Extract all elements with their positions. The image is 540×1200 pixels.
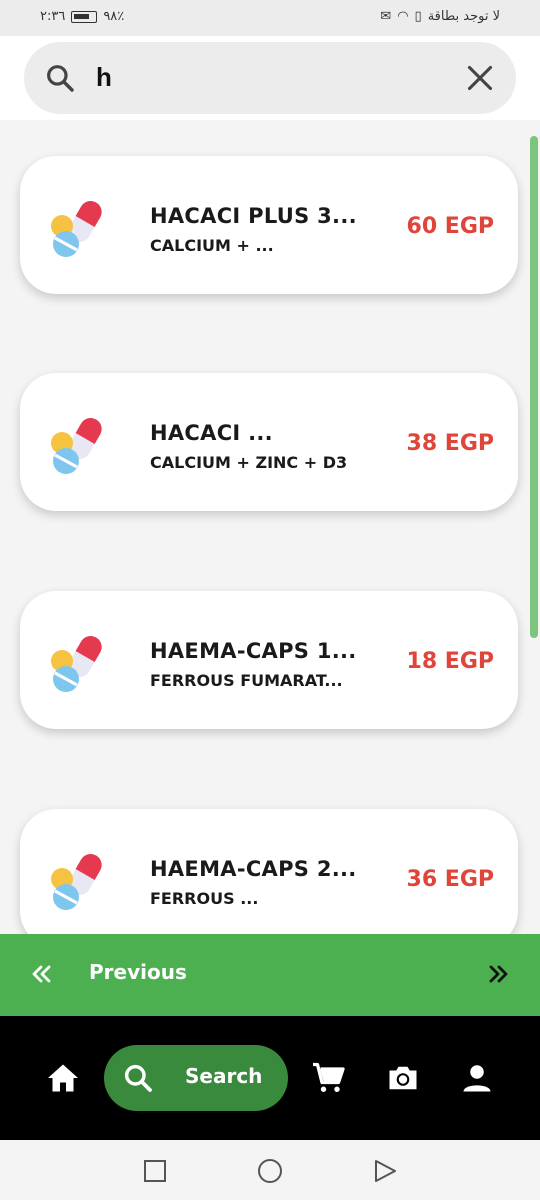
search-query[interactable]: h: [96, 62, 112, 93]
system-nav-bar: [0, 1140, 540, 1200]
status-bar: ٢:٣٦ ٩٨٪ لا توجد بطاقة ▯ ◠ ✉: [0, 0, 540, 36]
medicine-price: 36 EGP: [406, 867, 494, 892]
recent-apps-icon[interactable]: [142, 1158, 168, 1184]
back-icon[interactable]: [372, 1158, 398, 1184]
scrollbar[interactable]: [530, 136, 538, 638]
clock: ٢:٣٦: [40, 9, 66, 24]
medicine-icon: [51, 635, 102, 692]
medicine-icon: [51, 200, 102, 257]
medicine-price: 38 EGP: [406, 431, 494, 456]
previous-button[interactable]: Previous: [89, 960, 187, 984]
home-button-icon[interactable]: [257, 1158, 283, 1184]
medicine-ingredient: CALCIUM + ...: [150, 236, 274, 255]
search-input[interactable]: h: [24, 42, 516, 114]
results-list[interactable]: HACACI PLUS 3... CALCIUM + ... 60 EGP HA…: [0, 120, 540, 934]
list-item[interactable]: HACACI PLUS 3... CALCIUM + ... 60 EGP: [20, 156, 518, 294]
medicine-name: HAEMA-CAPS 2...: [150, 857, 357, 881]
medicine-name: HACACI ...: [150, 421, 273, 445]
person-icon[interactable]: [459, 1060, 495, 1096]
sim-alert-icon: ▯: [414, 9, 422, 24]
nav-search-button[interactable]: Search: [104, 1045, 288, 1111]
search-header: h: [0, 36, 540, 120]
medicine-ingredient: FERROUS ...: [150, 889, 259, 908]
list-item[interactable]: HACACI ... CALCIUM + ZINC + D3 38 EGP: [20, 373, 518, 511]
home-icon[interactable]: [45, 1060, 81, 1096]
medicine-icon: [51, 853, 102, 910]
medicine-ingredient: FERROUS FUMARAT...: [150, 671, 343, 690]
search-icon: [124, 1064, 152, 1092]
search-icon: [47, 65, 74, 92]
battery-percent: ٩٨٪: [103, 9, 125, 24]
medicine-icon: [51, 417, 102, 474]
medicine-name: HACACI PLUS 3...: [150, 204, 357, 228]
pagination-bar: Previous: [0, 934, 540, 1016]
medicine-price: 60 EGP: [406, 214, 494, 239]
camera-icon[interactable]: [385, 1060, 421, 1096]
medicine-price: 18 EGP: [406, 649, 494, 674]
status-left: ٢:٣٦ ٩٨٪: [40, 9, 124, 24]
close-icon[interactable]: [466, 64, 494, 92]
mail-icon: ✉: [380, 9, 392, 24]
wifi-icon: ◠: [397, 9, 409, 24]
bottom-nav: Search: [0, 1016, 540, 1140]
double-chevron-right-icon[interactable]: [486, 962, 510, 986]
carrier-text: لا توجد بطاقة: [427, 9, 500, 24]
medicine-ingredient: CALCIUM + ZINC + D3: [150, 453, 348, 472]
medicine-name: HAEMA-CAPS 1...: [150, 639, 357, 663]
double-chevron-left-icon[interactable]: [30, 962, 54, 986]
battery-icon: [71, 10, 98, 23]
cart-icon[interactable]: [310, 1060, 346, 1096]
status-right: لا توجد بطاقة ▯ ◠ ✉: [380, 9, 500, 24]
nav-search-label: Search: [185, 1064, 263, 1088]
list-item[interactable]: HAEMA-CAPS 1... FERROUS FUMARAT... 18 EG…: [20, 591, 518, 729]
list-item[interactable]: HAEMA-CAPS 2... FERROUS ... 36 EGP: [20, 809, 518, 934]
